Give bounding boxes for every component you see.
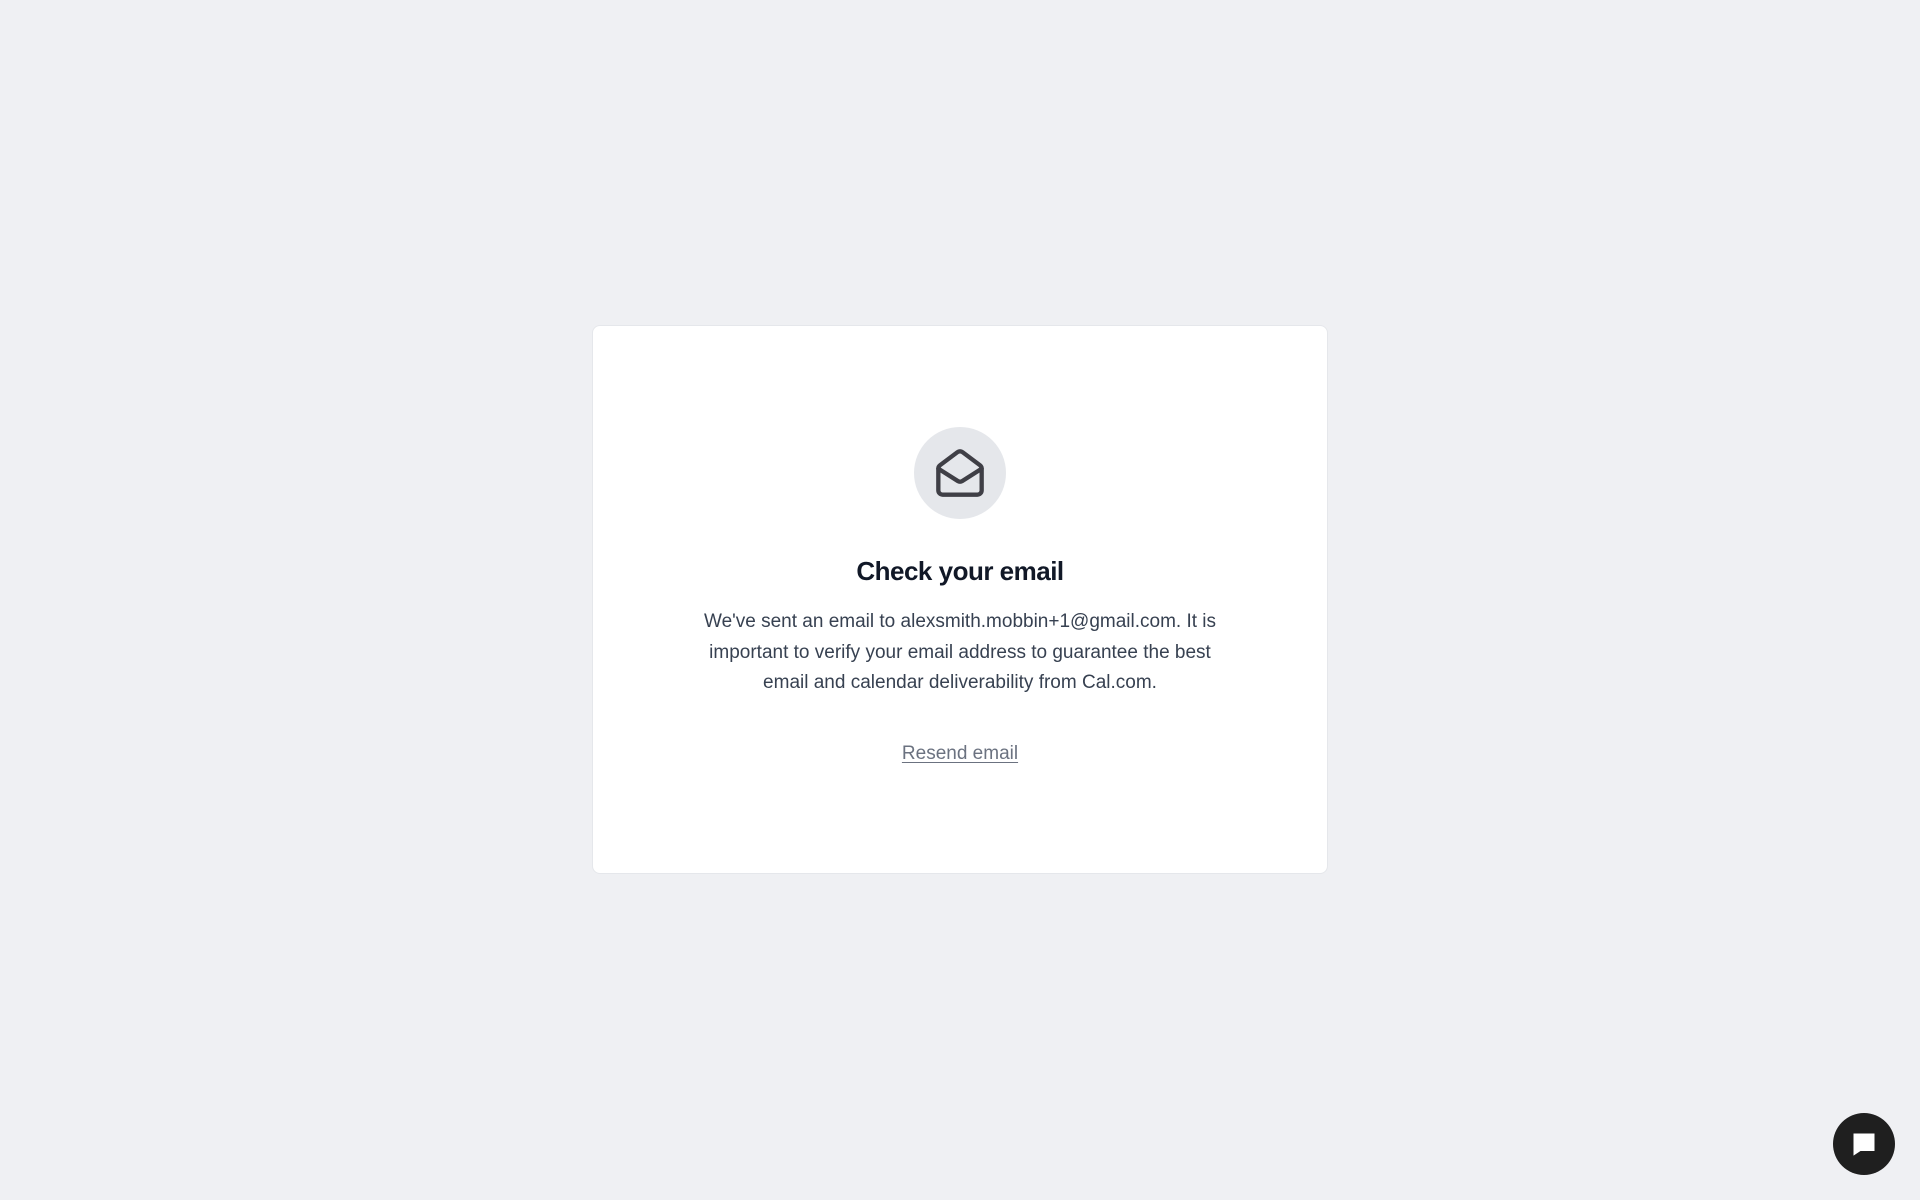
verify-email-card: Check your email We've sent an email to …	[592, 325, 1328, 874]
icon-circle	[914, 427, 1006, 519]
chat-bubble-icon	[1853, 1133, 1875, 1156]
page-title: Check your email	[856, 556, 1064, 586]
mail-open-icon	[936, 449, 984, 497]
chat-widget-button[interactable]	[1833, 1113, 1895, 1175]
verification-message: We've sent an email to alexsmith.mobbin+…	[703, 611, 1217, 693]
resend-email-link[interactable]: Resend email	[902, 743, 1018, 765]
